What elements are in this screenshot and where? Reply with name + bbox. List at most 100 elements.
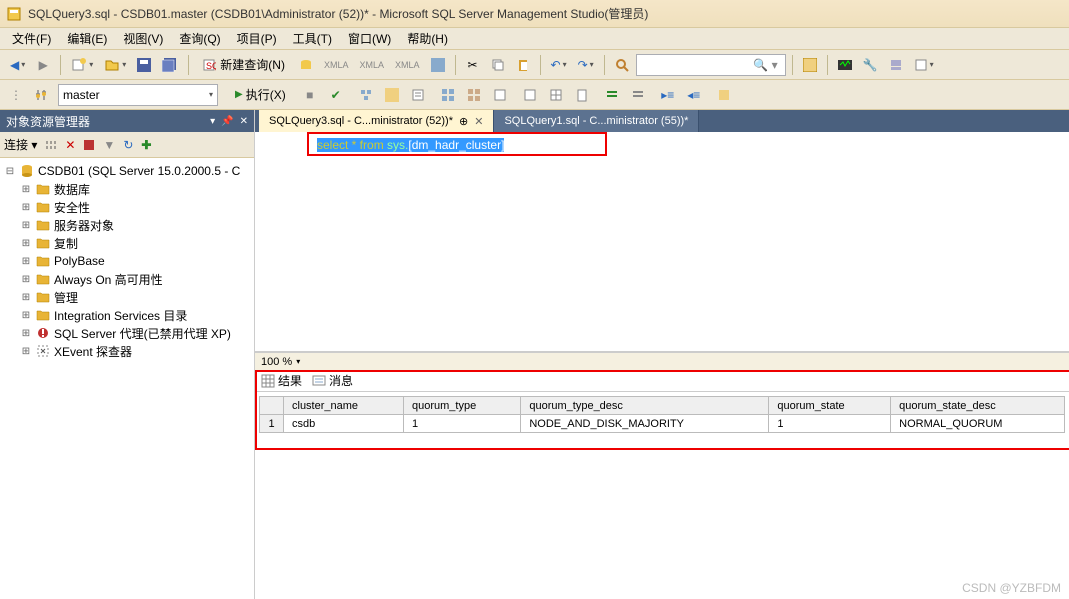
undo-button[interactable]: ↶▾ — [547, 54, 571, 76]
dropdown-icon[interactable]: ▾ — [210, 116, 215, 127]
paste-button[interactable] — [512, 54, 534, 76]
refresh-icon[interactable]: ↻ — [123, 138, 133, 152]
execute-button[interactable]: ▶执行(X) — [226, 84, 295, 106]
comment-icon[interactable] — [601, 84, 623, 106]
tree-node-2[interactable]: ⊞服务器对象 — [2, 216, 252, 234]
query-toolbar: ⋮ master ▾ ▶执行(X) ■ ✔ ▸≡ ◂≡ — [0, 80, 1069, 110]
expand-icon[interactable]: ⊞ — [20, 202, 32, 213]
close-icon[interactable]: ✕ — [240, 116, 248, 127]
registered-servers-icon[interactable] — [885, 54, 907, 76]
save-all-button[interactable] — [158, 54, 182, 76]
filter-icon[interactable]: ▼ — [103, 138, 115, 152]
zoom-level[interactable]: 100 % — [261, 356, 292, 368]
expand-icon[interactable]: ⊞ — [20, 238, 32, 249]
indent-icon[interactable]: ▸≡ — [657, 84, 679, 106]
properties-button[interactable] — [799, 54, 821, 76]
disconnect-icon[interactable]: ✕ — [65, 138, 75, 152]
tree-label: 管理 — [54, 289, 78, 306]
folder-icon — [35, 236, 51, 250]
config-icon[interactable]: 🔧 — [859, 54, 882, 76]
xmla2-icon[interactable]: XMLA — [355, 54, 388, 76]
xmla3-icon[interactable]: XMLA — [391, 54, 424, 76]
menu-tools[interactable]: 工具(T) — [285, 28, 340, 49]
estimated-plan-icon[interactable] — [355, 84, 377, 106]
actual-plan-icon[interactable] — [437, 84, 459, 106]
connect-filter-icon[interactable] — [45, 139, 57, 151]
db-query-button[interactable] — [295, 54, 317, 76]
folder-icon — [35, 290, 51, 304]
query-options-icon[interactable] — [381, 84, 403, 106]
zoom-bar: 100 % ▾ — [255, 352, 1069, 370]
activity-monitor-icon[interactable] — [834, 54, 856, 76]
expand-icon[interactable]: ⊞ — [20, 328, 32, 339]
expand-icon[interactable]: ⊞ — [20, 346, 32, 357]
results-grid-icon[interactable] — [545, 84, 567, 106]
expand-icon[interactable]: ⊞ — [20, 220, 32, 231]
menu-view[interactable]: 视图(V) — [115, 28, 171, 49]
expand-icon[interactable]: ⊞ — [20, 256, 32, 267]
outdent-icon[interactable]: ◂≡ — [683, 84, 705, 106]
menu-file[interactable]: 文件(F) — [4, 28, 59, 49]
debug-button[interactable]: ■ — [299, 84, 321, 106]
folder-icon — [35, 200, 51, 214]
stop-icon[interactable] — [83, 139, 95, 151]
tab-label: SQLQuery1.sql - C...ministrator (55))* — [504, 115, 688, 127]
new-query-button[interactable]: SQL新建查询(N) — [195, 54, 292, 76]
tree-node-6[interactable]: ⊞ 管理 — [2, 288, 252, 306]
tree-label: Always On 高可用性 — [54, 271, 163, 288]
collapse-icon[interactable]: ⊟ — [4, 166, 16, 177]
tree-node-0[interactable]: ⊞数据库 — [2, 180, 252, 198]
save-button[interactable] — [133, 54, 155, 76]
menu-help[interactable]: 帮助(H) — [399, 28, 456, 49]
new-project-button[interactable]: ▾ — [67, 54, 97, 76]
database-selector[interactable]: master ▾ — [58, 84, 218, 106]
redo-button[interactable]: ↷▾ — [574, 54, 598, 76]
tree-node-3[interactable]: ⊞复制 — [2, 234, 252, 252]
tab-query3[interactable]: SQLQuery3.sql - C...ministrator (52))* ⊕… — [259, 110, 494, 132]
copy-button[interactable] — [487, 54, 509, 76]
specify-values-icon[interactable] — [713, 84, 735, 106]
tree-node-7[interactable]: ⊞Integration Services 目录 — [2, 306, 252, 324]
live-stats-icon[interactable] — [463, 84, 485, 106]
menu-edit[interactable]: 编辑(E) — [59, 28, 115, 49]
results-file-icon[interactable] — [571, 84, 593, 106]
expand-icon[interactable]: ⊞ — [20, 292, 32, 303]
sql-editor[interactable]: select * from sys.[dm_hadr_cluster] — [255, 132, 1069, 352]
close-tab-icon[interactable]: ✕ — [474, 115, 483, 128]
expand-icon[interactable]: ⊞ — [20, 274, 32, 285]
tree-node-1[interactable]: ⊞安全性 — [2, 198, 252, 216]
open-button[interactable]: ▾ — [100, 54, 130, 76]
analysis-icon[interactable] — [427, 54, 449, 76]
tree-node-4[interactable]: ⊞ PolyBase — [2, 252, 252, 270]
intellisense-icon[interactable] — [407, 84, 429, 106]
connect-button[interactable]: 连接 ▾ — [4, 136, 37, 153]
tab-query1[interactable]: SQLQuery1.sql - C...ministrator (55))* — [494, 110, 699, 132]
server-node[interactable]: ⊟ CSDB01 (SQL Server 15.0.2000.5 - C — [2, 162, 252, 180]
tree-node-5[interactable]: ⊞ Always On 高可用性 — [2, 270, 252, 288]
find-button[interactable] — [611, 54, 633, 76]
pin-icon[interactable]: ⊕ — [459, 115, 468, 128]
forward-button[interactable]: ▶ — [32, 54, 54, 76]
tree-node-9[interactable]: ⊞XEvent 探查器 — [2, 342, 252, 360]
uncomment-icon[interactable] — [627, 84, 649, 106]
back-button[interactable]: ◀▾ — [6, 54, 29, 76]
expand-icon[interactable]: ⊞ — [20, 310, 32, 321]
tree-label: PolyBase — [54, 254, 105, 268]
results-text-icon[interactable] — [519, 84, 541, 106]
menu-project[interactable]: 项目(P) — [229, 28, 285, 49]
xmla-icon[interactable]: XMLA — [320, 54, 353, 76]
template-icon[interactable]: ▾ — [910, 54, 938, 76]
content-area: SQLQuery3.sql - C...ministrator (52))* ⊕… — [255, 110, 1069, 599]
tree-node-8[interactable]: ⊞SQL Server 代理(已禁用代理 XP) — [2, 324, 252, 342]
plus-icon[interactable]: ✚ — [141, 138, 151, 152]
chevron-down-icon[interactable]: ▾ — [296, 357, 300, 366]
cut-button[interactable]: ✂ — [462, 54, 484, 76]
search-box[interactable]: 🔍 ▾ — [636, 54, 786, 76]
pin-icon[interactable]: 📌 — [221, 116, 233, 127]
menu-query[interactable]: 查询(Q) — [171, 28, 228, 49]
change-connection-button[interactable] — [30, 84, 54, 106]
expand-icon[interactable]: ⊞ — [20, 184, 32, 195]
client-stats-icon[interactable] — [489, 84, 511, 106]
parse-button[interactable]: ✔ — [325, 84, 347, 106]
menu-window[interactable]: 窗口(W) — [340, 28, 399, 49]
